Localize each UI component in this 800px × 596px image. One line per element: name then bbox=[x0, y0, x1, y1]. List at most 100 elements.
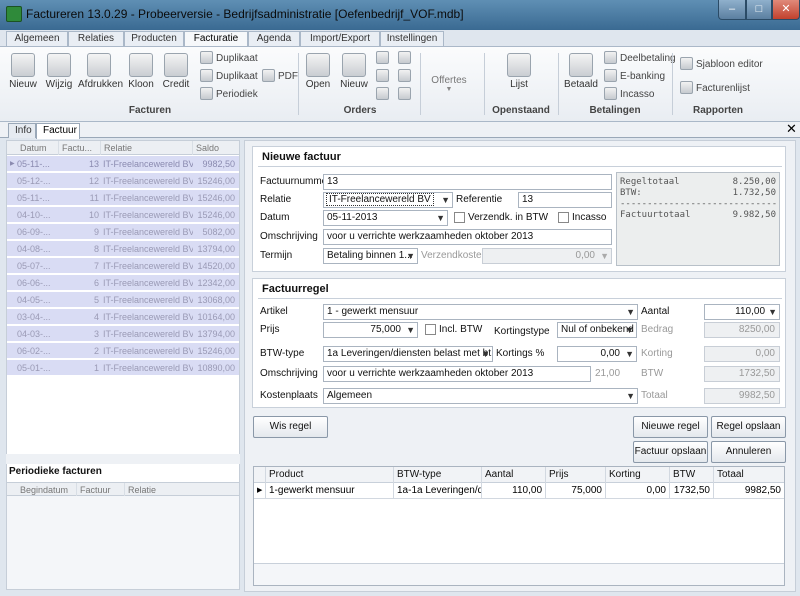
col-factuur[interactable]: Factu... bbox=[59, 141, 101, 155]
col-relatie[interactable]: Relatie bbox=[125, 483, 185, 497]
list-item[interactable]: ▶ 05-11-... 13 IT-Freelancewereld BV 9982,50 bbox=[7, 156, 239, 172]
deelbetaling-button[interactable]: Deelbetaling bbox=[604, 51, 676, 67]
col-prijs[interactable]: Prijs bbox=[546, 467, 606, 483]
omschrijving-field[interactable]: voor u verrichte werkzaamheden oktober 2… bbox=[323, 229, 612, 245]
korting-field: 0,00 bbox=[704, 346, 780, 362]
periodiek-button[interactable]: Periodiek bbox=[200, 87, 258, 103]
nieuw-button[interactable]: Nieuw bbox=[8, 53, 38, 90]
aantal-field[interactable]: 110,00 ▼ bbox=[704, 304, 780, 320]
maximize-button[interactable]: □ bbox=[746, 0, 772, 20]
tab-producten[interactable]: Producten bbox=[124, 31, 184, 47]
artikel-select[interactable]: 1 - gewerkt mensuur ▼ bbox=[323, 304, 638, 320]
incasso-button[interactable]: Incasso bbox=[604, 87, 654, 103]
col-saldo[interactable]: Saldo bbox=[193, 141, 239, 155]
cell-relatie: IT-Freelancewereld BV bbox=[103, 176, 193, 186]
col-btw-type[interactable]: BTW-type bbox=[394, 467, 482, 483]
pdf-button[interactable]: PDF bbox=[262, 69, 298, 85]
regel-omschrijving-field[interactable]: voor u verrichte werkzaamheden oktober 2… bbox=[323, 366, 591, 382]
order-open-label: Open bbox=[305, 79, 331, 90]
tab-instellingen[interactable]: Instellingen bbox=[380, 31, 444, 47]
annuleren-button[interactable]: Annuleren bbox=[711, 441, 786, 463]
kostenplaats-select[interactable]: Algemeen ▼ bbox=[323, 388, 638, 404]
duplikaat-button-2[interactable]: Duplikaat bbox=[200, 69, 258, 85]
incl-btw-checkbox[interactable] bbox=[425, 324, 436, 335]
ribbon: Nieuw Wijzig Afdrukken Kloon Credit Dupl… bbox=[0, 46, 800, 122]
termijn-select[interactable]: Betaling binnen 1... ▼ bbox=[323, 248, 418, 264]
offertes-dropdown[interactable]: Offertes ▼ bbox=[426, 75, 472, 93]
factuur-opslaan-button[interactable]: Factuur opslaan bbox=[633, 441, 708, 463]
verzendk-checkbox[interactable] bbox=[454, 212, 465, 223]
col-datum[interactable]: Datum bbox=[17, 141, 59, 155]
order-action-3[interactable] bbox=[376, 87, 392, 103]
tab-agenda[interactable]: Agenda bbox=[248, 31, 300, 47]
facturenlijst-button[interactable]: Facturenlijst bbox=[680, 81, 750, 97]
list-item[interactable]: 04-10-... 10 IT-Freelancewereld BV 15246,00 bbox=[7, 207, 239, 223]
order-action-4[interactable] bbox=[398, 51, 414, 67]
close-button[interactable]: ✕ bbox=[772, 0, 800, 20]
list-item[interactable]: 04-08-... 8 IT-Freelancewereld BV 13794,00 bbox=[7, 241, 239, 257]
wis-regel-button[interactable]: Wis regel bbox=[253, 416, 328, 438]
tab-algemeen[interactable]: Algemeen bbox=[6, 31, 68, 47]
wijzig-button[interactable]: Wijzig bbox=[44, 53, 74, 90]
btwtype-select[interactable]: 1a Leveringen/diensten belast met bt... ▼ bbox=[323, 346, 493, 362]
col-factuur[interactable]: Factuur bbox=[77, 483, 125, 497]
order-action-5[interactable] bbox=[398, 69, 414, 85]
datum-picker[interactable]: 05-11-2013 ▼ bbox=[323, 210, 448, 226]
incasso-checkbox[interactable] bbox=[558, 212, 569, 223]
cell-datum: 05-01-... bbox=[17, 363, 51, 373]
col-aantal[interactable]: Aantal bbox=[482, 467, 546, 483]
col-begindatum[interactable]: Begindatum bbox=[17, 483, 77, 497]
list-item[interactable]: 04-05-... 5 IT-Freelancewereld BV 13068,00 bbox=[7, 292, 239, 308]
list-item[interactable]: 05-12-... 12 IT-Freelancewereld BV 15246,00 bbox=[7, 173, 239, 189]
col-totaal[interactable]: Totaal bbox=[714, 467, 784, 483]
list-item[interactable]: 04-03-... 3 IT-Freelancewereld BV 13794,00 bbox=[7, 326, 239, 342]
artikel-label: Artikel bbox=[260, 306, 288, 317]
betaald-button[interactable]: Betaald bbox=[564, 53, 598, 90]
order-action-2[interactable] bbox=[376, 69, 392, 85]
minimize-button[interactable]: – bbox=[718, 0, 746, 20]
kortingstype-select[interactable]: Nul of onbekend ▼ bbox=[557, 322, 637, 338]
order-action-1[interactable] bbox=[376, 51, 392, 67]
col-korting[interactable]: Korting bbox=[606, 467, 670, 483]
list-item[interactable]: 06-06-... 6 IT-Freelancewereld BV 12342,00 bbox=[7, 275, 239, 291]
kloon-button[interactable]: Kloon bbox=[126, 53, 156, 90]
order-nieuw-button[interactable]: Nieuw bbox=[340, 53, 368, 90]
col-relatie[interactable]: Relatie bbox=[101, 141, 193, 155]
list-item[interactable]: 03-04-... 4 IT-Freelancewereld BV 10164,00 bbox=[7, 309, 239, 325]
new-order-icon bbox=[342, 53, 366, 77]
tab-relaties[interactable]: Relaties bbox=[68, 31, 124, 47]
openstaand-lijst-button[interactable]: Lijst bbox=[504, 53, 534, 90]
credit-button[interactable]: Credit bbox=[160, 53, 192, 90]
omschrijving-label: Omschrijving bbox=[260, 231, 318, 242]
list-item[interactable]: 06-09-... 9 IT-Freelancewereld BV 5082,00 bbox=[7, 224, 239, 240]
col-product[interactable]: Product bbox=[266, 467, 394, 483]
order-open-button[interactable]: Open bbox=[304, 53, 332, 90]
relatie-label: Relatie bbox=[260, 194, 292, 205]
sjabloon-editor-button[interactable]: Sjabloon editor bbox=[680, 57, 763, 73]
factuurnummer-field[interactable]: 13 bbox=[323, 174, 612, 190]
referentie-field[interactable]: 13 bbox=[518, 192, 612, 208]
relatie-select[interactable]: IT-Freelancewereld BV ▼ bbox=[323, 192, 453, 208]
cell-datum: 05-12-... bbox=[17, 176, 51, 186]
list-item[interactable]: 05-11-... 11 IT-Freelancewereld BV 15246,00 bbox=[7, 190, 239, 206]
afdrukken-button[interactable]: Afdrukken bbox=[78, 53, 123, 90]
list-item[interactable]: 05-01-... 1 IT-Freelancewereld BV 10890,00 bbox=[7, 360, 239, 376]
termijn-value: Betaling binnen 1... bbox=[327, 250, 413, 261]
cell-datum: 04-08-... bbox=[17, 244, 51, 254]
kortingspct-field[interactable]: 0,00 ▼ bbox=[557, 346, 637, 362]
chevron-down-icon: ▼ bbox=[626, 391, 635, 401]
tab-info[interactable]: Info bbox=[8, 123, 36, 138]
regel-opslaan-button[interactable]: Regel opslaan bbox=[711, 416, 786, 438]
tab-import-export[interactable]: Import/Export bbox=[300, 31, 380, 47]
duplikaat-button-1[interactable]: Duplikaat bbox=[200, 51, 258, 67]
tab-factuur[interactable]: Factuur bbox=[36, 123, 80, 139]
table-row[interactable]: ▶ 1-gewerkt mensuur 1a-1a Leveringen/d..… bbox=[254, 483, 784, 499]
ebanking-button[interactable]: E-banking bbox=[604, 69, 665, 85]
list-item[interactable]: 05-07-... 7 IT-Freelancewereld BV 14520,00 bbox=[7, 258, 239, 274]
nieuwe-regel-button[interactable]: Nieuwe regel bbox=[633, 416, 708, 438]
prijs-field[interactable]: 75,000 ▼ bbox=[323, 322, 418, 338]
list-item[interactable]: 06-02-... 2 IT-Freelancewereld BV 15246,00 bbox=[7, 343, 239, 359]
order-action-6[interactable] bbox=[398, 87, 414, 103]
close-document-icon[interactable]: ✕ bbox=[786, 122, 797, 136]
col-btw[interactable]: BTW bbox=[670, 467, 714, 483]
